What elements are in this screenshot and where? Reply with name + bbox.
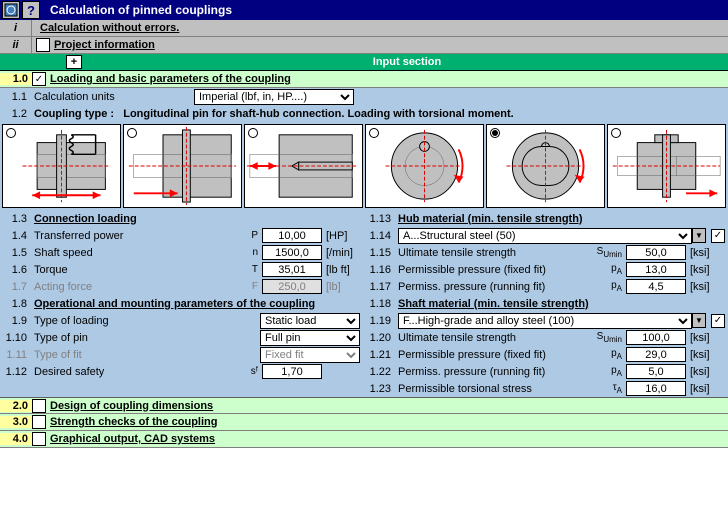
hub-uts-input[interactable]: [626, 245, 686, 260]
calc-units-label: Calculation units: [32, 91, 194, 103]
coupling-type-label: Coupling type :: [34, 108, 114, 120]
help-icon[interactable]: ?: [22, 1, 40, 19]
radio-type-4[interactable]: [369, 128, 379, 138]
radio-type-1[interactable]: [6, 128, 16, 138]
shaft-speed-label: Shaft speed: [32, 247, 232, 259]
type-fit-label: Type of fit: [32, 349, 260, 361]
s2-title: Design of coupling dimensions: [50, 400, 213, 412]
torque-input[interactable]: [262, 262, 322, 277]
shaft-material-checkbox[interactable]: ✓: [711, 314, 725, 328]
s4-checkbox[interactable]: [32, 432, 46, 446]
hub-uts-label: Ultimate tensile strength: [396, 247, 596, 259]
s3-title: Strength checks of the coupling: [50, 416, 217, 428]
hub-material-dropdown-icon[interactable]: ▼: [692, 228, 706, 243]
coupling-type-desc: Longitudinal pin for shaft-hub connectio…: [123, 108, 513, 120]
shaft-tors-label: Permissible torsional stress: [396, 383, 596, 395]
diagram-1[interactable]: [2, 124, 121, 208]
shaft-prun-input[interactable]: [626, 364, 686, 379]
acting-force-label: Acting force: [32, 281, 232, 293]
torque-label: Torque: [32, 264, 232, 276]
hub-pfix-label: Permissible pressure (fixed fit): [396, 264, 596, 276]
radio-type-6[interactable]: [611, 128, 621, 138]
expand-input-section[interactable]: +: [66, 55, 82, 69]
row-1-0: 1.0: [0, 73, 32, 85]
type-pin-label: Type of pin: [32, 332, 260, 344]
hub-prun-label: Permiss. pressure (running fit): [396, 281, 596, 293]
shaft-material-hdr: Shaft material (min. tensile strength): [396, 298, 728, 310]
shaft-material-select[interactable]: F...High-grade and alloy steel (100): [398, 313, 692, 329]
window-title: Calculation of pinned couplings: [50, 3, 232, 17]
shaft-tors-input[interactable]: [626, 381, 686, 396]
shaft-uts-input[interactable]: [626, 330, 686, 345]
input-section-label: Input section: [86, 56, 728, 68]
s3-checkbox[interactable]: [32, 415, 46, 429]
row-ii: ii: [0, 37, 32, 53]
shaft-pfix-input[interactable]: [626, 347, 686, 362]
shaft-speed-input[interactable]: [262, 245, 322, 260]
radio-type-2[interactable]: [127, 128, 137, 138]
status-text: Calculation without errors.: [40, 22, 179, 34]
transferred-power-label: Transferred power: [32, 230, 232, 242]
type-pin-select[interactable]: Full pin: [260, 330, 360, 346]
row-2-0: 2.0: [0, 400, 32, 412]
hub-pfix-input[interactable]: [626, 262, 686, 277]
op-mount-hdr: Operational and mounting parameters of t…: [32, 298, 364, 310]
hub-material-checkbox[interactable]: ✓: [711, 229, 725, 243]
project-checkbox[interactable]: [36, 38, 50, 52]
calc-units-select[interactable]: Imperial (lbf, in, HP....): [194, 89, 354, 105]
s2-checkbox[interactable]: [32, 399, 46, 413]
hub-material-select[interactable]: A...Structural steel (50): [398, 228, 692, 244]
type-fit-select[interactable]: Fixed fit: [260, 347, 360, 363]
app-icon[interactable]: [2, 1, 20, 19]
row-i: i: [0, 20, 32, 36]
diagram-5[interactable]: [486, 124, 605, 208]
s1-checkbox[interactable]: ✓: [32, 72, 46, 86]
type-loading-select[interactable]: Static load: [260, 313, 360, 329]
project-label: Project information: [54, 39, 155, 51]
shaft-uts-label: Ultimate tensile strength: [396, 332, 596, 344]
s1-title: Loading and basic parameters of the coup…: [50, 73, 291, 85]
row-4-0: 4.0: [0, 433, 32, 445]
diagram-3[interactable]: [244, 124, 363, 208]
transferred-power-input[interactable]: [262, 228, 322, 243]
s4-title: Graphical output, CAD systems: [50, 433, 215, 445]
radio-type-3[interactable]: [248, 128, 258, 138]
diagram-4[interactable]: [365, 124, 484, 208]
diagram-6[interactable]: [607, 124, 726, 208]
hub-material-hdr: Hub material (min. tensile strength): [396, 213, 728, 225]
desired-safety-input[interactable]: [262, 364, 322, 379]
type-loading-label: Type of loading: [32, 315, 260, 327]
acting-force-input: [262, 279, 322, 294]
coupling-diagrams: [0, 122, 728, 210]
shaft-material-dropdown-icon[interactable]: ▼: [692, 313, 706, 328]
shaft-prun-label: Permiss. pressure (running fit): [396, 366, 596, 378]
radio-type-5[interactable]: [490, 128, 500, 138]
hub-prun-input[interactable]: [626, 279, 686, 294]
desired-safety-label: Desired safety: [32, 366, 232, 378]
shaft-pfix-label: Permissible pressure (fixed fit): [396, 349, 596, 361]
row-3-0: 3.0: [0, 416, 32, 428]
diagram-2[interactable]: [123, 124, 242, 208]
connection-loading-hdr: Connection loading: [32, 213, 364, 225]
